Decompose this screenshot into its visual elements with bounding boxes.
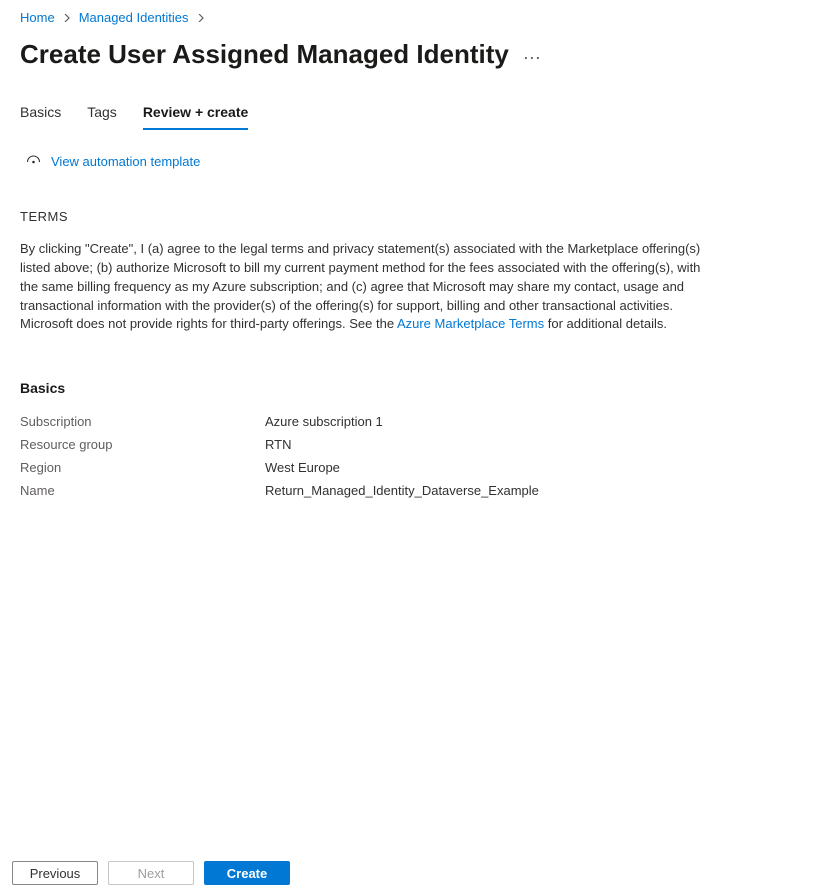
breadcrumb: Home Managed Identities [20, 10, 799, 25]
terms-text-after: for additional details. [544, 316, 667, 331]
previous-button[interactable]: Previous [12, 861, 98, 885]
azure-marketplace-terms-link[interactable]: Azure Marketplace Terms [397, 316, 544, 331]
basics-heading: Basics [20, 380, 799, 396]
create-button[interactable]: Create [204, 861, 290, 885]
row-region: Region West Europe [20, 460, 799, 475]
name-value: Return_Managed_Identity_Dataverse_Exampl… [265, 483, 539, 498]
region-value: West Europe [265, 460, 340, 475]
resource-group-label: Resource group [20, 437, 265, 452]
breadcrumb-managed-identities[interactable]: Managed Identities [79, 10, 189, 25]
breadcrumb-home[interactable]: Home [20, 10, 55, 25]
chevron-right-icon [197, 10, 205, 25]
row-resource-group: Resource group RTN [20, 437, 799, 452]
resource-group-value: RTN [265, 437, 291, 452]
tab-tags[interactable]: Tags [87, 104, 117, 130]
tabs: Basics Tags Review + create [20, 104, 799, 130]
view-automation-template-link[interactable]: View automation template [51, 154, 200, 169]
tab-review-create[interactable]: Review + create [143, 104, 248, 130]
page-title: Create User Assigned Managed Identity [20, 39, 509, 70]
chevron-right-icon [63, 10, 71, 25]
view-automation-template[interactable]: View automation template [26, 154, 799, 169]
region-label: Region [20, 460, 265, 475]
more-icon[interactable]: ⋯ [523, 48, 543, 69]
row-subscription: Subscription Azure subscription 1 [20, 414, 799, 429]
next-button: Next [108, 861, 194, 885]
terms-heading: TERMS [20, 209, 799, 224]
subscription-label: Subscription [20, 414, 265, 429]
template-icon [26, 155, 41, 168]
name-label: Name [20, 483, 265, 498]
footer-actions: Previous Next Create [0, 851, 819, 895]
terms-body: By clicking "Create", I (a) agree to the… [20, 240, 720, 334]
tab-basics[interactable]: Basics [20, 104, 61, 130]
row-name: Name Return_Managed_Identity_Dataverse_E… [20, 483, 799, 498]
subscription-value: Azure subscription 1 [265, 414, 383, 429]
